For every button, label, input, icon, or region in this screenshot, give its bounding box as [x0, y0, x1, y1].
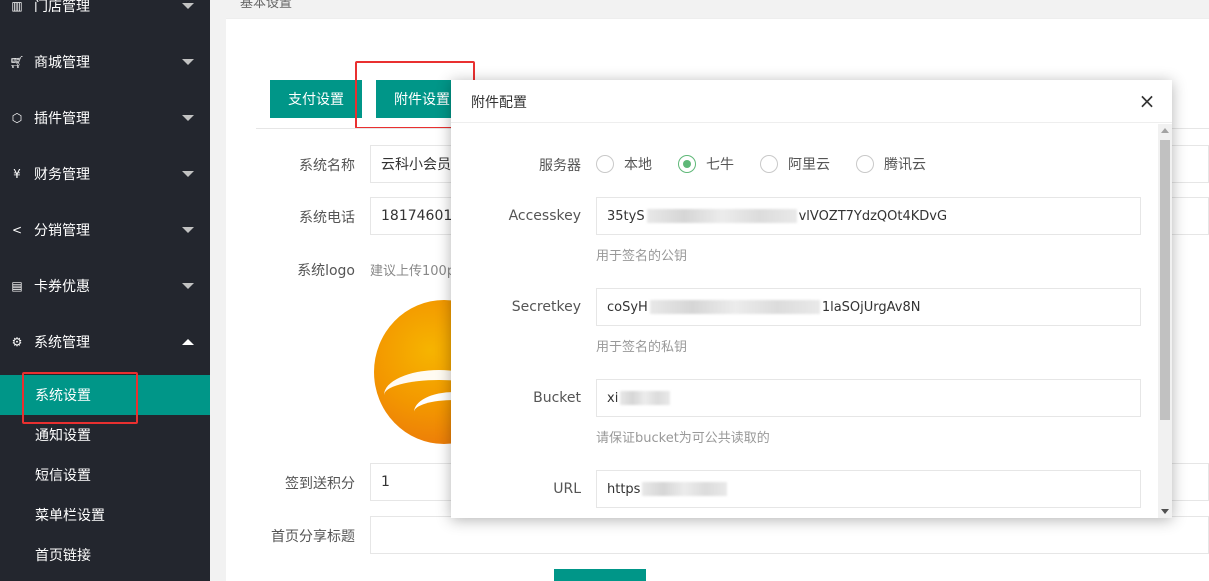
secretkey-value-end: 1laSOjUrgAv8N [821, 299, 921, 315]
sidebar-item-coupons[interactable]: ▤ 卡券优惠 [0, 258, 210, 314]
sign-points-label: 签到送积分 [285, 476, 355, 492]
radio-circle [856, 155, 874, 173]
bucket-label: Bucket [533, 390, 581, 406]
system-phone-label: 系统电话 [299, 210, 355, 226]
chevron-down-icon [182, 227, 194, 233]
radio-circle [678, 155, 696, 173]
url-label: URL [553, 481, 581, 497]
chevron-down-icon [182, 3, 194, 9]
secretkey-hint: 用于签名的私钥 [596, 340, 688, 355]
radio-circle [760, 155, 778, 173]
system-logo-hint: 建议上传100p [370, 264, 456, 279]
share-title-label: 首页分享标题 [271, 529, 355, 545]
radio-label: 本地 [624, 157, 652, 173]
sidebar-item-distribution[interactable]: < 分销管理 [0, 202, 210, 258]
sidebar-item-label: 卡券优惠 [34, 279, 90, 295]
attachment-config-dialog: 附件配置 × 服务器 本地 七牛 阿里云 腾讯云 Accesskey 35tyS… [451, 80, 1172, 518]
sidebar-item-mall[interactable]: 🛒︎ 商城管理 [0, 34, 210, 90]
sidebar-item-system[interactable]: ⚙ 系统管理 [0, 314, 210, 370]
sidebar-item-plugins[interactable]: ⬡ 插件管理 [0, 90, 210, 146]
sidebar-item-label: 财务管理 [34, 167, 90, 183]
accesskey-hint: 用于签名的公钥 [596, 249, 688, 264]
cart-icon: 🛒︎ [9, 55, 25, 69]
redacted-text [642, 482, 728, 496]
sidebar-item-label: 商城管理 [34, 55, 90, 71]
secretkey-label: Secretkey [511, 299, 581, 315]
sidebar: ▥ 门店管理 🛒︎ 商城管理 ⬡ 插件管理 ¥ 财务管理 < 分销管理 ▤ 卡券… [0, 0, 210, 581]
redacted-text [620, 391, 671, 405]
sidebar-subitem-label: 通知设置 [35, 428, 91, 444]
accesskey-field[interactable]: 35tyS vlVOZT7YdzQOt4KDvG [596, 197, 1141, 235]
bucket-value-start: xi [607, 390, 619, 406]
secretkey-field[interactable]: coSyH 1laSOjUrgAv8N [596, 288, 1141, 326]
radio-local[interactable]: 本地 [596, 154, 652, 174]
url-value-start: https [607, 481, 641, 497]
radio-tencent[interactable]: 腾讯云 [856, 154, 926, 174]
share-title-field[interactable] [370, 516, 1209, 554]
sidebar-item-finance[interactable]: ¥ 财务管理 [0, 146, 210, 202]
dialog-body: 服务器 本地 七牛 阿里云 腾讯云 Accesskey 35tyS vlVOZT… [451, 124, 1158, 518]
accesskey-label: Accesskey [508, 208, 581, 224]
redacted-text [646, 209, 797, 223]
scroll-down-icon[interactable] [1161, 509, 1169, 514]
bucket-field[interactable]: xi [596, 379, 1141, 417]
share-icon: < [11, 223, 23, 237]
chevron-up-icon [182, 339, 194, 345]
secretkey-value-start: coSyH [607, 299, 648, 315]
scroll-up-icon[interactable] [1161, 128, 1169, 133]
sidebar-subitem-notify-settings[interactable]: 通知设置 [0, 415, 210, 455]
bucket-hint: 请保证bucket为可公共读取的 [596, 431, 770, 446]
scroll-thumb[interactable] [1160, 140, 1170, 420]
tab-payment-settings[interactable]: 支付设置 [270, 80, 362, 118]
radio-aliyun[interactable]: 阿里云 [760, 154, 830, 174]
radio-qiniu[interactable]: 七牛 [678, 154, 734, 174]
cube-icon: ⬡ [11, 111, 23, 125]
radio-circle [596, 155, 614, 173]
server-label: 服务器 [539, 158, 581, 174]
breadcrumb: 基本设置 [240, 0, 293, 11]
system-name-label: 系统名称 [299, 158, 355, 174]
chevron-down-icon [182, 283, 194, 289]
sidebar-subitem-home-links[interactable]: 首页链接 [0, 535, 210, 575]
sidebar-subitem-menu-settings[interactable]: 菜单栏设置 [0, 495, 210, 535]
dialog-title: 附件配置 [471, 95, 527, 111]
url-field[interactable]: https [596, 470, 1141, 508]
sidebar-item-label: 系统管理 [34, 335, 90, 351]
redacted-text [649, 300, 820, 314]
sidebar-item-label: 门店管理 [34, 0, 90, 15]
sidebar-subitem-sms-settings[interactable]: 短信设置 [0, 455, 210, 495]
coupon-icon: ▤ [11, 279, 23, 293]
store-icon: ▥ [11, 0, 23, 13]
chevron-down-icon [182, 171, 194, 177]
sidebar-subitem-label: 短信设置 [35, 468, 91, 484]
radio-label: 七牛 [706, 157, 734, 173]
sidebar-subitem-label: 首页链接 [35, 548, 91, 564]
chevron-down-icon [182, 59, 194, 65]
radio-label: 阿里云 [788, 157, 830, 173]
accesskey-value-end: vlVOZT7YdzQOt4KDvG [798, 208, 948, 224]
sidebar-item-store[interactable]: ▥ 门店管理 [0, 0, 210, 34]
radio-label: 腾讯云 [884, 157, 926, 173]
sidebar-subitem-system-settings[interactable]: 系统设置 [0, 372, 210, 424]
dialog-scrollbar[interactable] [1158, 124, 1172, 518]
dialog-header: 附件配置 × [451, 80, 1172, 123]
gear-icon: ⚙ [11, 335, 23, 349]
yen-icon: ¥ [13, 167, 21, 181]
system-logo-label: 系统logo [297, 263, 355, 279]
divider [226, 18, 1209, 19]
save-button[interactable] [554, 569, 646, 581]
close-icon[interactable]: × [1138, 91, 1156, 111]
chevron-down-icon [182, 115, 194, 121]
sidebar-item-label: 插件管理 [34, 111, 90, 127]
sidebar-item-label: 分销管理 [34, 223, 90, 239]
sidebar-subitem-label: 菜单栏设置 [35, 508, 105, 524]
accesskey-value-start: 35tyS [607, 208, 645, 224]
